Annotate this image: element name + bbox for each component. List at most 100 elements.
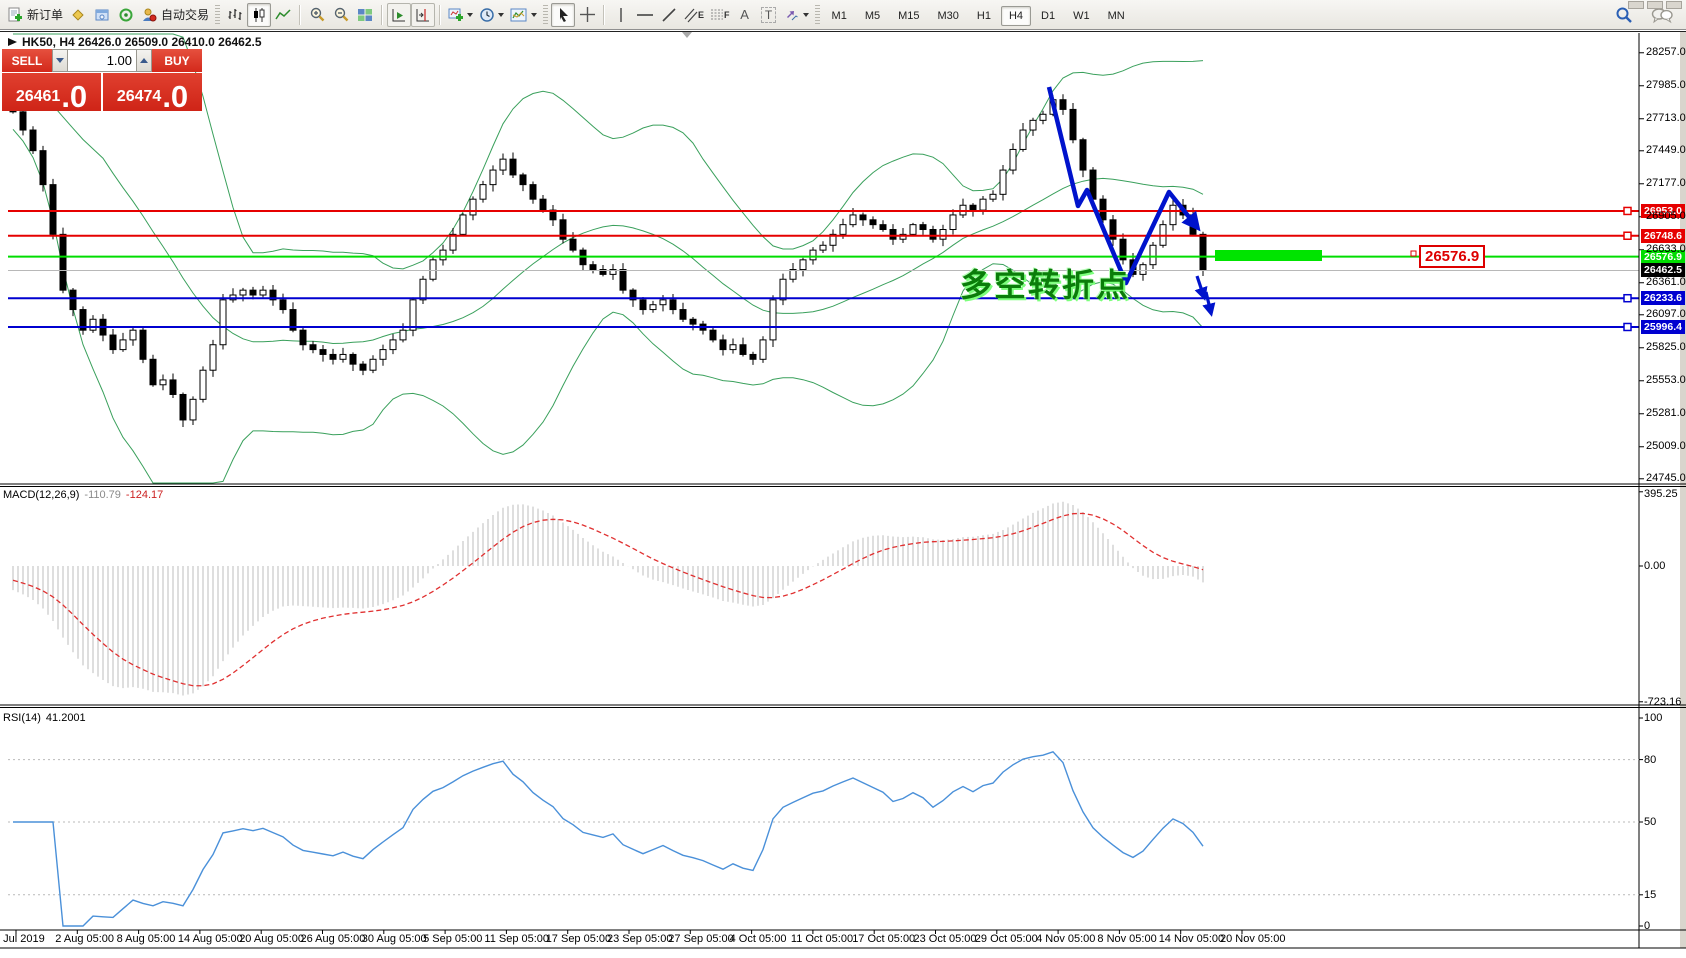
- new-order-icon: [7, 7, 23, 23]
- vertical-line-icon: [614, 7, 628, 23]
- tile-windows-icon: [357, 7, 373, 23]
- line-chart-button[interactable]: [271, 3, 295, 27]
- new-order-label: 新订单: [27, 6, 63, 23]
- spin-down-icon: [56, 58, 64, 63]
- chart-window[interactable]: [0, 31, 1686, 949]
- timeframe-m5[interactable]: M5: [857, 6, 888, 26]
- auto-scroll-icon: [391, 7, 407, 23]
- window-button[interactable]: [1666, 1, 1682, 9]
- line-chart-icon: [275, 7, 291, 23]
- sell-button[interactable]: SELL: [2, 49, 52, 72]
- vertical-line-button[interactable]: [609, 3, 633, 27]
- window-button[interactable]: [1628, 1, 1644, 9]
- timeframe-h4[interactable]: H4: [1001, 6, 1031, 26]
- crosshair-icon: [579, 6, 596, 23]
- macd-value-signal: -124.17: [126, 489, 163, 501]
- spin-up-icon: [140, 58, 148, 63]
- zoom-in-icon: [309, 6, 326, 23]
- auto-trading-button[interactable]: 自动交易: [138, 3, 212, 27]
- zoom-out-button[interactable]: [329, 3, 353, 27]
- timeframe-m1[interactable]: M1: [824, 6, 855, 26]
- trendline-icon: [661, 7, 677, 23]
- toolbar-separator: [439, 5, 441, 25]
- timeframe-toolbar: M1M5M15M30H1H4D1W1MN: [823, 6, 1134, 24]
- new-order-button[interactable]: 新订单: [4, 3, 66, 27]
- arrows-tool-button[interactable]: [781, 3, 812, 27]
- macd-indicator-label: MACD(12,26,9) -110.79 -124.17: [3, 489, 163, 501]
- fibonacci-icon: [710, 7, 724, 23]
- symbol-header: HK50, H4 26426.0 26509.0 26410.0 26462.5: [22, 35, 262, 49]
- right-scroll-strip[interactable]: [1680, 32, 1686, 948]
- toolbar-separator: [381, 5, 383, 25]
- toolbar-separator: [603, 5, 605, 25]
- chart-annotation-text[interactable]: 多空转折点: [960, 260, 1130, 306]
- buy-button[interactable]: BUY: [152, 49, 202, 72]
- rsi-value: 41.2001: [46, 712, 86, 724]
- sell-price-button[interactable]: 26461 .0: [2, 73, 101, 111]
- zoom-in-button[interactable]: [305, 3, 329, 27]
- volume-input[interactable]: 1.00: [68, 49, 136, 72]
- volume-up-button[interactable]: [136, 49, 152, 72]
- market-watch-button[interactable]: [90, 3, 114, 27]
- new-chart-icon: [448, 7, 464, 23]
- one-click-trade-panel: SELL 1.00 BUY 26461 .0 26474 .0: [2, 49, 202, 111]
- timeframe-d1[interactable]: D1: [1033, 6, 1063, 26]
- equidistant-channel-button[interactable]: E: [681, 3, 707, 27]
- volume-down-button[interactable]: [52, 49, 68, 72]
- timeframe-m15[interactable]: M15: [890, 6, 927, 26]
- window-splitter-icon[interactable]: [682, 32, 692, 38]
- timeframe-h1[interactable]: H1: [969, 6, 999, 26]
- signals-button[interactable]: [114, 3, 138, 27]
- dropdown-caret-icon: [467, 13, 473, 17]
- candlestick-chart-button[interactable]: [247, 3, 271, 27]
- cursor-icon: [556, 7, 571, 23]
- text-label-button[interactable]: T: [757, 3, 781, 27]
- window-controls[interactable]: [1628, 1, 1682, 9]
- fibonacci-button[interactable]: F: [707, 3, 733, 27]
- macd-value-main: -110.79: [84, 489, 121, 501]
- rsi-indicator-label: RSI(14) 41.2001: [3, 712, 86, 724]
- clock-icon: [479, 7, 495, 23]
- cursor-button[interactable]: [551, 3, 575, 27]
- text-button[interactable]: A: [733, 3, 757, 27]
- new-chart-button[interactable]: [445, 3, 476, 27]
- auto-trading-icon: [141, 7, 157, 23]
- dropdown-caret-icon: [498, 13, 504, 17]
- chart-shift-button[interactable]: [411, 3, 435, 27]
- fibonacci-letter: F: [724, 10, 730, 20]
- channel-icon: [684, 7, 698, 23]
- bar-chart-icon: [227, 7, 243, 23]
- periods-button[interactable]: [476, 3, 507, 27]
- tile-windows-button[interactable]: [353, 3, 377, 27]
- profile-diamond-icon: [70, 7, 86, 23]
- crosshair-button[interactable]: [575, 3, 599, 27]
- market-watch-icon: [94, 7, 110, 23]
- price-callout-label[interactable]: 26576.9: [1419, 245, 1485, 268]
- timeframe-mn[interactable]: MN: [1100, 6, 1133, 26]
- zoom-out-icon: [333, 6, 350, 23]
- timeframe-m30[interactable]: M30: [930, 6, 967, 26]
- template-icon: [510, 7, 528, 23]
- dropdown-caret-icon: [803, 13, 809, 17]
- bar-chart-button[interactable]: [223, 3, 247, 27]
- signal-icon: [118, 7, 134, 23]
- buy-price-button[interactable]: 26474 .0: [103, 73, 202, 111]
- timeframe-w1[interactable]: W1: [1065, 6, 1098, 26]
- channel-letter: E: [698, 10, 704, 20]
- dropdown-caret-icon: [531, 13, 537, 17]
- toolbar-grip: [543, 5, 548, 25]
- arrows-tool-icon: [784, 7, 800, 23]
- macd-name: MACD(12,26,9): [3, 489, 79, 501]
- chart-shift-icon: [415, 7, 431, 23]
- auto-trading-label: 自动交易: [161, 6, 209, 23]
- text-label-letter: T: [761, 7, 776, 23]
- templates-button[interactable]: [507, 3, 540, 27]
- horizontal-line-button[interactable]: [633, 3, 657, 27]
- auto-scroll-button[interactable]: [387, 3, 411, 27]
- buy-price-main: 26474: [117, 89, 162, 105]
- trendline-button[interactable]: [657, 3, 681, 27]
- symbol-header-icon: [8, 38, 17, 46]
- window-button[interactable]: [1647, 1, 1663, 9]
- rsi-name: RSI(14): [3, 712, 41, 724]
- chart-profiles-button[interactable]: [66, 3, 90, 27]
